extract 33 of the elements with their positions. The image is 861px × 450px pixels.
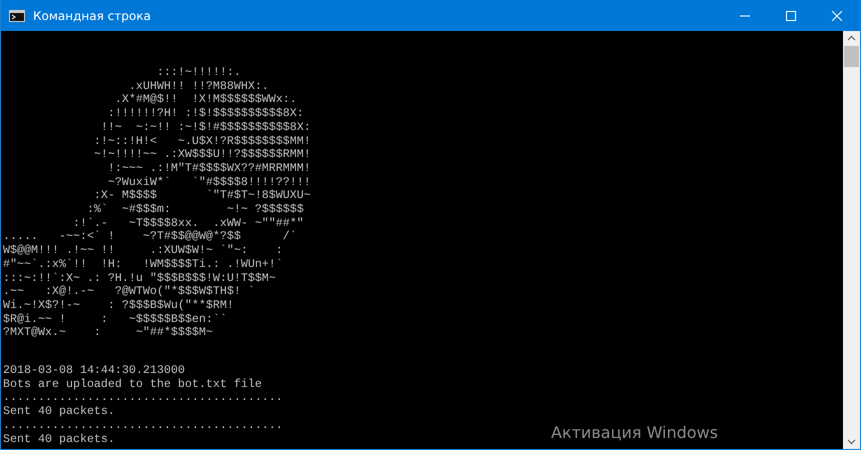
- console-line: ..... -~~:<` ! ~?T#$$@@W@*?$$ /`: [3, 230, 297, 244]
- close-icon: [832, 10, 842, 20]
- maximize-icon: [786, 10, 796, 20]
- scroll-thumb[interactable]: [844, 46, 859, 67]
- console-line: W$@@M!!! .!~~ !! .:XUW$W!~ `"~: :: [3, 244, 283, 258]
- console-line: :!~::!H!< ~.U$X!?R$$$$$$$$MM!: [92, 134, 311, 148]
- console-line: #"~~`.:x%`!! !H: !WM$$$$Ti.: .!WUn+!`: [3, 258, 283, 272]
- console-line: !!~ ~:~!! :~!$!#$$$$$$$$$$8X:: [100, 120, 311, 135]
- console-line: :::~:!!`:X~ .: ?H.!u "$$$B$$$!W:U!T$$M~: [3, 272, 276, 286]
- console-line: .X*#M@$!! !X!M$$$$$$WWx:.: [114, 93, 297, 108]
- console-line: ~?WuxiW*` `"#$$$$8!!!!??!!!: [106, 176, 311, 190]
- console-line: .xUHWH!! !!?M88WHX:.: [128, 80, 269, 94]
- console-line: ........................................: [3, 391, 283, 406]
- console-line: Bots are uploaded to the bot.txt file: [3, 378, 262, 392]
- console-line: Sent 40 packets.: [3, 432, 115, 446]
- console-line: $R@i.~~ ! : ~$$$$$B$$en:``: [3, 312, 227, 326]
- console-line: ~!~!!!!~~ .:XW$$$U!!?$$$$$$RMM!: [92, 148, 311, 162]
- console-line: :%` ~#$$$m: ~!~ ?$$$$$$: [86, 203, 304, 217]
- console-line: ........................................: [3, 418, 283, 433]
- console-line: !:~~~ .:!M"T#$$$$WX??#MRRMMM!: [106, 162, 311, 176]
- console-line: :::!~!!!!!:.: [156, 66, 241, 80]
- scroll-bar[interactable]: [843, 31, 860, 449]
- console-icon: [9, 10, 25, 22]
- activation-notice: Активация Windows: [551, 426, 718, 440]
- console-line: :X- M$$$$ `"T#$T~!8$WUXU~: [92, 189, 311, 204]
- console-line: 2018-03-08 14:44:30.213000: [3, 364, 185, 378]
- console-line: :!!!!!!?H! :!$!$$$$$$$$$$8X:: [106, 107, 304, 121]
- console-line: Sent 40 packets.: [3, 405, 115, 419]
- console-line: :!`.- ~T$$$$8xx. .xWW- ~""##*": [72, 216, 304, 230]
- console-line: .~~ :X@!.-~ ?@WTWo("*$$$W$TH$! `: [3, 285, 255, 299]
- console-line: Wi.~!X$?!-~ : ?$$$B$Wu("**$RM!: [3, 298, 234, 313]
- console-line: ?MXT@Wx.~ : ~"##*$$$$M~: [3, 326, 213, 340]
- window-title: Командная строка: [33, 8, 151, 22]
